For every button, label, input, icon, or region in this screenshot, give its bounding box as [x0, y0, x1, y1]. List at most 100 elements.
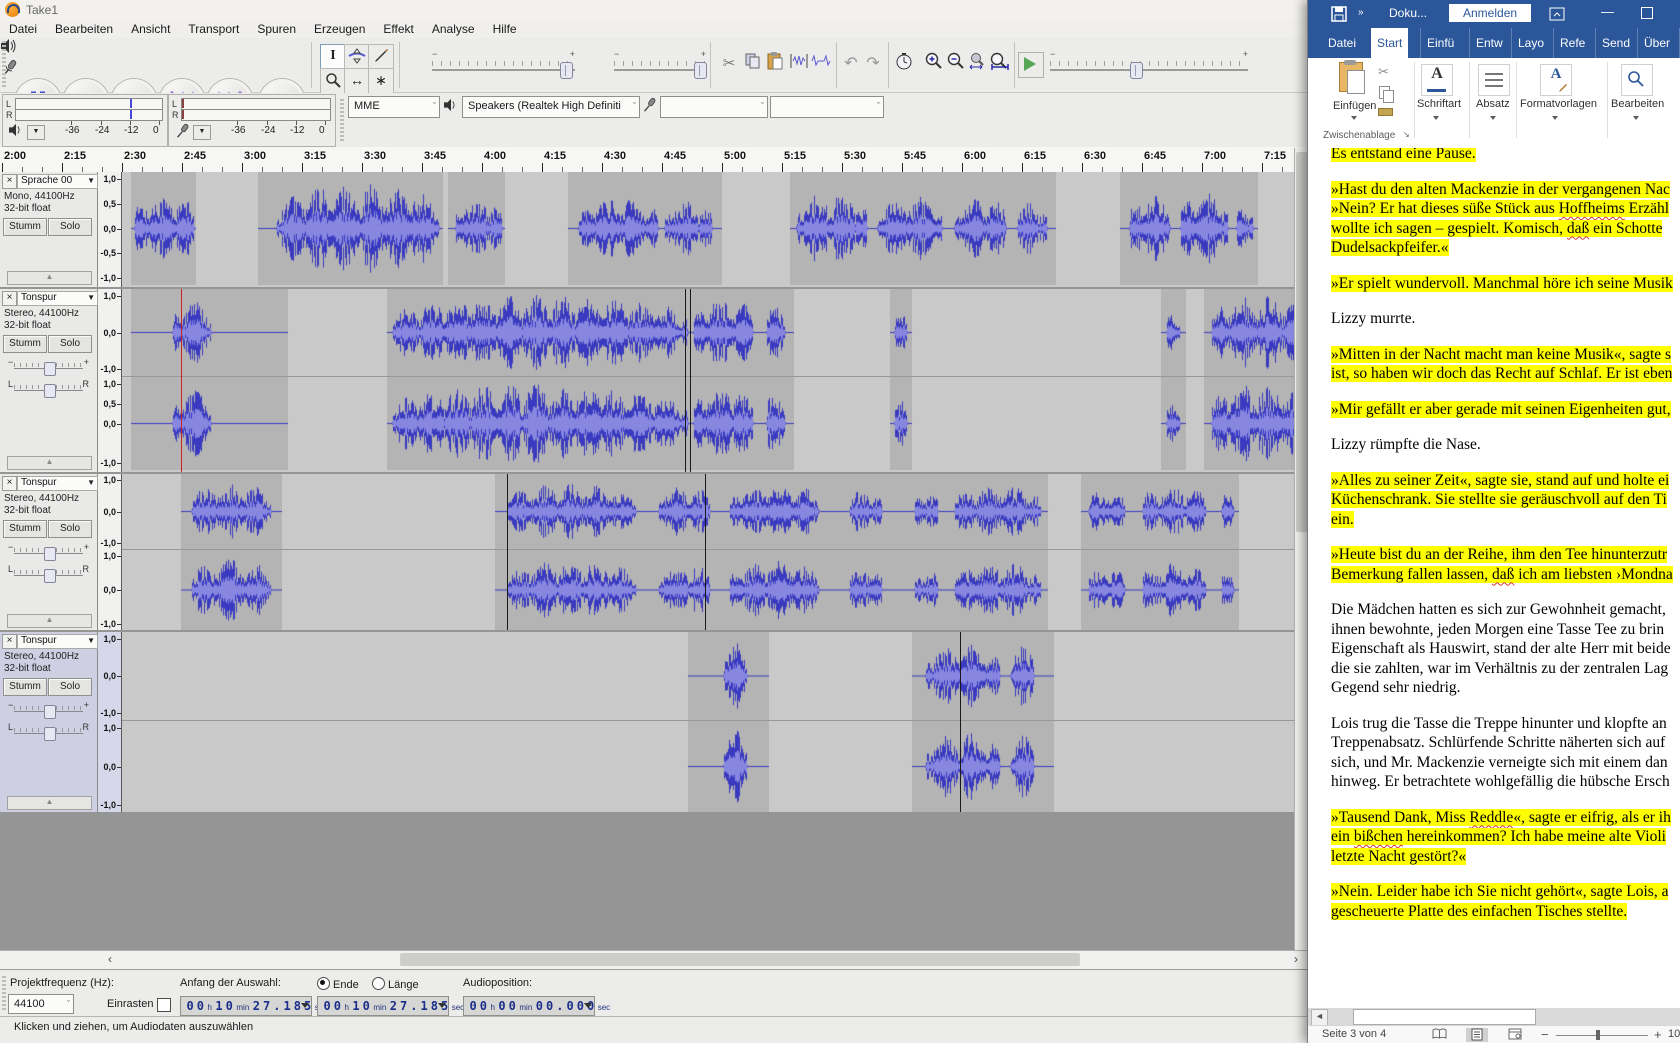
track-collapse-button[interactable]: ▲: [7, 456, 92, 470]
print-layout-icon[interactable]: [1466, 1028, 1488, 1042]
track-pan-slider[interactable]: LR: [6, 724, 91, 740]
quick-access-more-icon[interactable]: »: [1358, 7, 1364, 18]
toolbar-grip[interactable]: [340, 99, 344, 141]
copy-icon[interactable]: [1379, 86, 1390, 99]
draw-tool-button[interactable]: [368, 44, 394, 70]
tab-entw[interactable]: Entw: [1469, 28, 1509, 58]
editing-group-arrow[interactable]: [1633, 116, 1639, 120]
audacity-titlebar[interactable]: Take1: [0, 0, 1308, 20]
page-indicator[interactable]: Seite 3 von 4: [1322, 1028, 1386, 1040]
toolbar-grip[interactable]: [2, 41, 6, 89]
scroll-right-icon[interactable]: ›: [1294, 952, 1298, 966]
track-solo-button[interactable]: Solo: [48, 520, 92, 538]
editing-group-button[interactable]: [1621, 64, 1653, 96]
meter-speaker-icon[interactable]: [8, 123, 24, 142]
copy-button[interactable]: [742, 52, 764, 74]
envelope-tool-button[interactable]: [344, 44, 370, 70]
horizontal-scrollbar-thumb[interactable]: [400, 953, 1080, 966]
track-gain-slider[interactable]: −+: [6, 544, 91, 560]
clip-boundary-line[interactable]: [690, 289, 691, 472]
track-menu-arrow-icon[interactable]: ▼: [87, 293, 95, 302]
sign-in-button[interactable]: Anmelden: [1449, 4, 1531, 22]
track-control-panel[interactable]: ×Tonspur▼Stereo, 44100Hz32-bit floatStum…: [0, 474, 98, 630]
zoom-percent[interactable]: 10: [1668, 1028, 1680, 1040]
track-close-button[interactable]: ×: [2, 634, 17, 649]
paste-button-audacity[interactable]: [764, 52, 786, 74]
input-device-select[interactable]: ˇ: [660, 96, 768, 118]
project-rate-select[interactable]: 44100ˇ: [8, 994, 74, 1014]
fit-project-button[interactable]: [989, 52, 1011, 74]
menu-datei[interactable]: Datei: [0, 20, 46, 38]
paste-dropdown-arrow[interactable]: [1351, 116, 1357, 120]
ribbon-display-options-icon[interactable]: [1549, 6, 1565, 22]
word-scroll-left-icon[interactable]: ◄: [1311, 1009, 1328, 1026]
audio-position-field[interactable]: 00h00min00.000sec: [463, 996, 595, 1016]
meter-mic-icon[interactable]: [174, 123, 190, 144]
selection-tool-button[interactable]: I: [320, 44, 346, 70]
word-titlebar[interactable]: » Doku... Anmelden —: [1308, 0, 1680, 28]
track-mute-button[interactable]: Stumm: [3, 335, 47, 353]
track-mute-button[interactable]: Stumm: [3, 520, 47, 538]
track-close-button[interactable]: ×: [2, 174, 17, 189]
play-at-speed-button[interactable]: [1018, 52, 1044, 78]
zoom-slider[interactable]: [1556, 1035, 1648, 1036]
word-document[interactable]: Es entstand eine Pause.»Hast du den alte…: [1308, 148, 1680, 1008]
horizontal-scrollbar[interactable]: ‹ ›: [0, 950, 1308, 969]
track-waveform-area[interactable]: [122, 289, 1308, 472]
meter-dropdown-arrow[interactable]: ▼: [27, 125, 45, 140]
timeshift-tool-button[interactable]: ↔: [344, 68, 370, 94]
redo-button[interactable]: ↷: [862, 52, 884, 74]
track-menu-arrow-icon[interactable]: ▼: [87, 176, 95, 185]
clipboard-dialog-launcher-icon[interactable]: ↘: [1403, 130, 1410, 139]
track-name[interactable]: Tonspur▼: [17, 476, 98, 491]
track-collapse-button[interactable]: ▲: [7, 796, 92, 810]
tab-layo[interactable]: Layo: [1511, 28, 1550, 58]
font-group-button[interactable]: A: [1421, 64, 1453, 96]
read-mode-icon[interactable]: [1428, 1028, 1450, 1042]
word-horizontal-scrollbar[interactable]: ◄: [1308, 1008, 1680, 1025]
track-pan-slider[interactable]: LR: [6, 566, 91, 582]
selection-end-field[interactable]: 00h10min27.185sec: [317, 996, 449, 1016]
vertical-scrollbar[interactable]: [1294, 148, 1308, 950]
track-control-panel[interactable]: ×Sprache 00▼Mono, 44100Hz32-bit floatStu…: [0, 172, 98, 287]
track-area[interactable]: ×Sprache 00▼Mono, 44100Hz32-bit floatStu…: [0, 172, 1308, 950]
styles-group-button[interactable]: A: [1540, 64, 1572, 96]
track-name[interactable]: Tonspur▼: [17, 634, 98, 649]
trim-audio-button[interactable]: [788, 52, 810, 74]
tab-send[interactable]: Send: [1595, 28, 1636, 58]
output-device-select[interactable]: Speakers (Realtek High Definitiˇ: [462, 96, 640, 118]
menu-hilfe[interactable]: Hilfe: [484, 20, 526, 38]
track-menu-arrow-icon[interactable]: ▼: [87, 636, 95, 645]
menu-bearbeiten[interactable]: Bearbeiten: [46, 20, 122, 38]
tab-datei[interactable]: Datei: [1322, 28, 1362, 58]
styles-group-arrow[interactable]: [1552, 116, 1558, 120]
clip-boundary-line[interactable]: [705, 474, 706, 630]
scroll-left-icon[interactable]: ‹: [108, 952, 112, 966]
track-solo-button[interactable]: Solo: [48, 218, 92, 236]
track-close-button[interactable]: ×: [2, 476, 17, 491]
track-mute-button[interactable]: Stumm: [3, 678, 47, 696]
clip-boundary-line[interactable]: [960, 632, 961, 812]
toolbar-grip[interactable]: [2, 976, 6, 1011]
track-vertical-ruler[interactable]: 1,00,0-1,01,00,0-1,0: [98, 632, 122, 812]
meter-dropdown-arrow[interactable]: ▼: [193, 125, 211, 140]
length-radio-label[interactable]: Länge: [372, 977, 419, 991]
silence-audio-button[interactable]: [810, 52, 832, 74]
zoom-tool-button[interactable]: [320, 68, 346, 94]
paragraph-group-button[interactable]: [1478, 64, 1510, 96]
format-painter-icon[interactable]: [1378, 108, 1393, 116]
record-volume-slider-thumb[interactable]: [694, 62, 707, 79]
play-speed-slider[interactable]: −+: [1050, 60, 1248, 78]
font-group-arrow[interactable]: [1433, 116, 1439, 120]
zoom-in-button[interactable]: +: [1654, 1027, 1662, 1042]
save-icon[interactable]: [1331, 6, 1347, 22]
playback-volume-slider-thumb[interactable]: [560, 62, 573, 79]
selection-start-field[interactable]: 00h10min27.185sec: [180, 996, 312, 1016]
web-layout-icon[interactable]: [1504, 1028, 1526, 1042]
track-gain-slider[interactable]: −+: [6, 359, 91, 375]
track-solo-button[interactable]: Solo: [48, 678, 92, 696]
fit-selection-button[interactable]: [967, 52, 989, 74]
zoom-out-button[interactable]: −: [1541, 1027, 1549, 1042]
record-volume-slider[interactable]: −+: [614, 60, 706, 78]
clip-boundary-line[interactable]: [685, 289, 686, 472]
